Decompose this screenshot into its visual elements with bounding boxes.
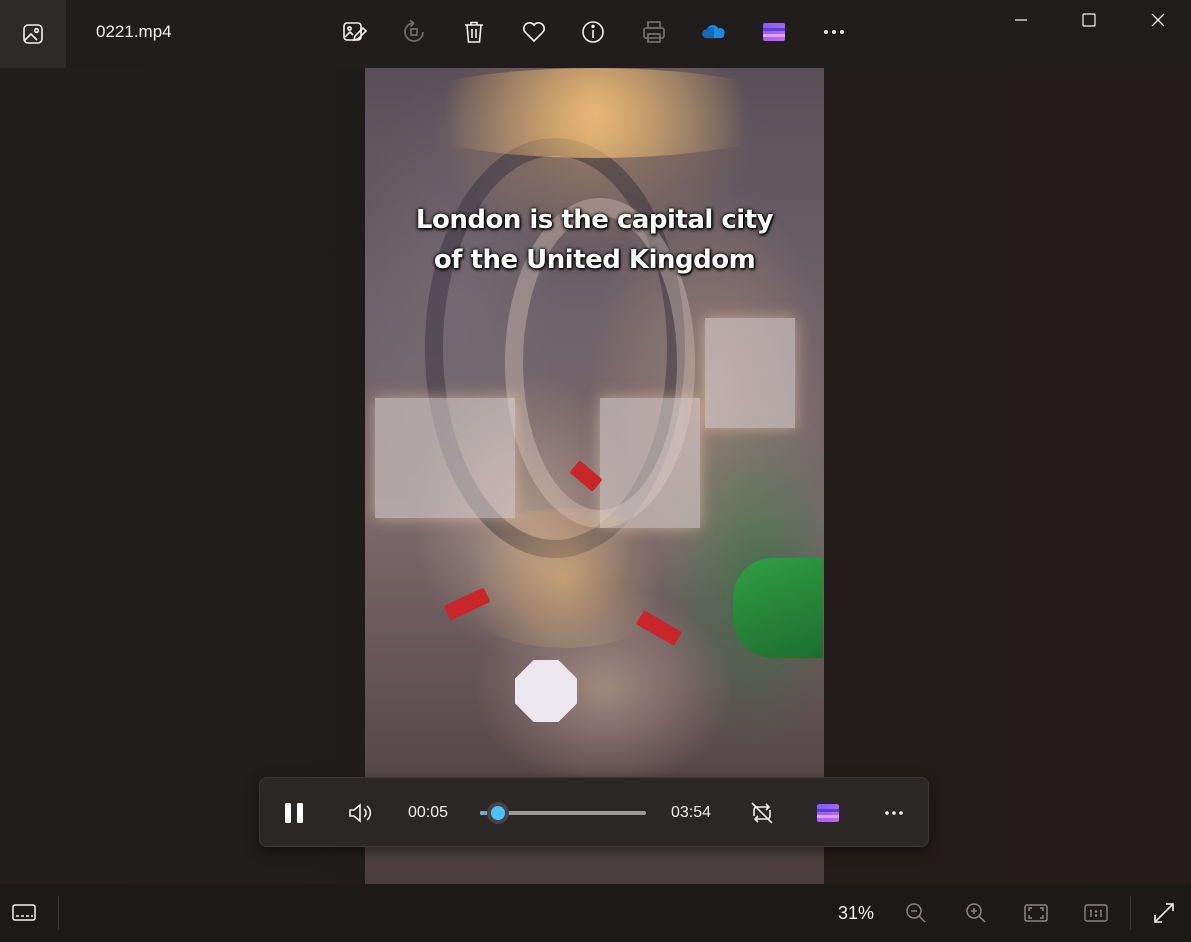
current-time: 00:05 (408, 804, 449, 821)
player-more-button[interactable] (876, 795, 912, 831)
favorite-button[interactable] (516, 14, 552, 50)
repeat-off-icon (751, 802, 773, 824)
minimize-icon (1015, 19, 1027, 21)
seek-thumb[interactable] (487, 802, 509, 824)
more-icon (885, 811, 903, 815)
video-caption: London is the capital city of the United… (365, 200, 824, 280)
print-icon (643, 21, 665, 43)
onedrive-button[interactable] (696, 14, 732, 50)
onedrive-icon (702, 25, 725, 39)
zoom-in-button[interactable] (960, 897, 992, 929)
actual-size-button[interactable] (1080, 897, 1112, 929)
fit-to-window-button[interactable] (1020, 897, 1052, 929)
info-icon (582, 21, 604, 43)
clipchamp-button[interactable] (756, 14, 792, 50)
media-controls: 00:05 03:54 (259, 777, 929, 847)
rotate-button[interactable] (396, 14, 432, 50)
maximize-icon (1082, 13, 1096, 27)
more-icon (824, 30, 844, 34)
gallery-button[interactable] (0, 0, 66, 68)
clipchamp-icon (817, 804, 839, 822)
volume-button[interactable] (342, 795, 378, 831)
clipchamp-icon (763, 23, 785, 41)
fullscreen-expand-icon (1154, 903, 1174, 923)
fit-to-window-icon (1024, 904, 1048, 922)
video-light-top (385, 68, 805, 158)
title-bar: 0221.mp4 (0, 0, 1191, 68)
video-fountain (515, 660, 577, 722)
zoom-level: 31% (838, 903, 875, 923)
pause-icon (285, 803, 303, 823)
favorite-icon (523, 22, 545, 43)
filmstrip-button[interactable] (8, 897, 40, 929)
zoom-out-button[interactable] (900, 897, 932, 929)
fullscreen-button[interactable] (1148, 897, 1180, 929)
actual-size-icon (1084, 904, 1108, 922)
delete-icon (465, 21, 483, 43)
maximize-button[interactable] (1066, 4, 1112, 36)
video-billboard (733, 558, 823, 658)
zoom-in-icon (966, 903, 986, 923)
caption-line-1: London is the capital city (415, 205, 774, 235)
video-building-center (600, 398, 700, 528)
status-bar: 31% (0, 884, 1191, 942)
info-button[interactable] (575, 14, 611, 50)
edit-image-icon (343, 22, 367, 42)
file-title: 0221.mp4 (96, 22, 172, 41)
filmstrip-icon (12, 904, 36, 921)
zoom-out-icon (906, 903, 926, 923)
repeat-button[interactable] (744, 795, 780, 831)
video-frame[interactable]: London is the capital city of the United… (365, 68, 824, 884)
status-divider-right (1130, 896, 1131, 930)
edit-image-button[interactable] (336, 14, 372, 50)
video-building-left (375, 398, 515, 518)
total-duration: 03:54 (671, 804, 712, 821)
rotate-icon (404, 19, 424, 42)
gallery-icon (23, 24, 43, 44)
more-options-button[interactable] (816, 14, 852, 50)
pause-button[interactable] (276, 795, 312, 831)
status-divider-left (58, 896, 59, 930)
volume-icon (349, 803, 372, 823)
close-button[interactable] (1135, 4, 1181, 36)
clipchamp-edit-button[interactable] (810, 795, 846, 831)
video-building-right (705, 318, 795, 428)
seek-bar-progress (480, 811, 483, 815)
print-button[interactable] (636, 14, 672, 50)
minimize-button[interactable] (998, 4, 1044, 36)
caption-line-2: of the United Kingdom (433, 245, 756, 275)
delete-button[interactable] (456, 14, 492, 50)
close-icon (1151, 13, 1165, 27)
